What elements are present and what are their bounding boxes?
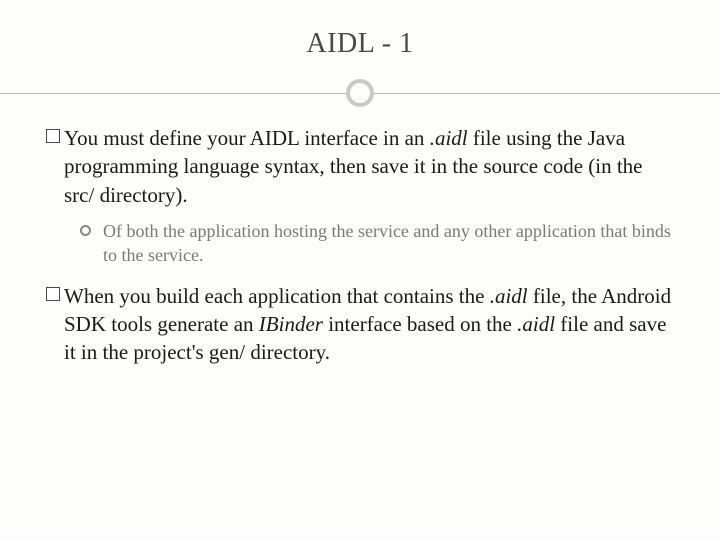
sub-list-item: Of both the application hosting the serv… <box>80 219 674 268</box>
divider <box>40 78 680 108</box>
list-item: You must define your AIDL interface in a… <box>46 124 674 209</box>
square-bullet-icon <box>46 287 60 301</box>
list-item: When you build each application that con… <box>46 282 674 367</box>
square-bullet-icon <box>46 129 60 143</box>
bullet-text: You must define your AIDL interface in a… <box>64 124 674 209</box>
content-area: You must define your AIDL interface in a… <box>40 124 680 367</box>
italic-text: IBinder <box>259 312 323 336</box>
circle-bullet-icon <box>80 225 91 236</box>
slide: AIDL - 1 You must define your AIDL inter… <box>0 0 720 540</box>
sub-bullet-text: Of both the application hosting the serv… <box>103 219 674 268</box>
italic-text: .aidl <box>517 312 555 336</box>
italic-text: .aidl <box>490 284 528 308</box>
text-run: You must define your AIDL interface in a… <box>64 126 430 150</box>
text-run: When you build each application that con… <box>64 284 490 308</box>
italic-text: .aidl <box>430 126 468 150</box>
text-run: interface based on the <box>323 312 517 336</box>
bullet-text: When you build each application that con… <box>64 282 674 367</box>
circle-icon <box>346 79 374 107</box>
page-title: AIDL - 1 <box>40 28 680 60</box>
